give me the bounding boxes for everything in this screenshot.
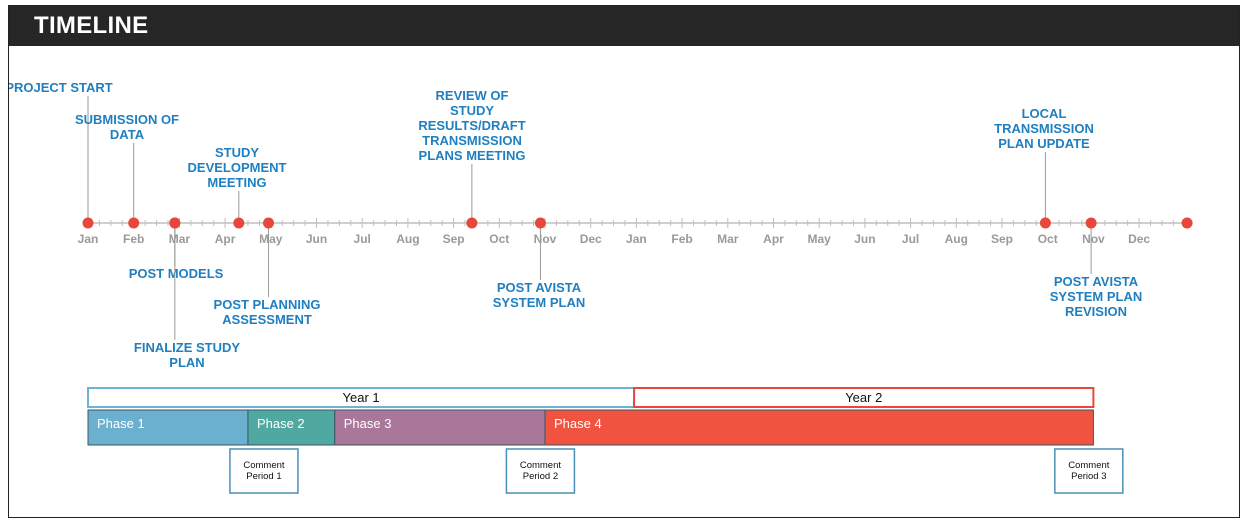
year-label-1: Year 1 <box>343 390 380 405</box>
timeline-frame: TIMELINE Jan Feb Mar Apr May Jun Jul Aug Sep Oct N… <box>8 5 1240 518</box>
event-label-line: ASSESSMENT <box>222 312 312 327</box>
phase-bar-4 <box>544 409 1094 446</box>
phase-label-1: Phase 1 <box>97 416 145 431</box>
month-label-5: May <box>259 232 283 246</box>
month-label-18: Jun <box>854 232 875 246</box>
event-marker <box>128 217 140 229</box>
month-label-21: Sep <box>991 232 1013 246</box>
event-label-line: POST AVISTA <box>497 280 582 295</box>
event-label-line: DATA <box>110 127 145 142</box>
comment-label-line: Comment <box>243 460 285 471</box>
event-label-line: PLAN UPDATE <box>998 136 1090 151</box>
event-marker <box>1085 217 1097 229</box>
event-label-line: REVIEW OF <box>436 88 509 103</box>
event-label-line: MEETING <box>207 175 266 190</box>
month-label-13: Jan <box>626 232 647 246</box>
event-label-line: REVISION <box>1065 304 1127 319</box>
event-label-line: RESULTS/DRAFT <box>418 118 525 133</box>
event-marker <box>534 217 546 229</box>
timeline-diagram: Jan Feb Mar Apr May Jun Jul Aug Sep Oct Nov Dec Jan F… <box>9 80 1193 494</box>
month-label-4: Apr <box>215 232 236 246</box>
event-label-line: SUBMISSION OF <box>75 112 179 127</box>
event-label-line: STUDY <box>450 103 494 118</box>
month-label-10: Oct <box>489 232 509 246</box>
event-marker <box>82 217 94 229</box>
event-marker <box>263 217 275 229</box>
month-label-17: May <box>808 232 832 246</box>
event-label-line: DEVELOPMENT <box>188 160 287 175</box>
phase-label-3: Phase 3 <box>344 416 392 431</box>
event-label-line: POST AVISTA <box>1054 274 1139 289</box>
event-label-line: POST PLANNING <box>214 297 321 312</box>
month-label-1: Jan <box>78 232 99 246</box>
month-label-24: Dec <box>1128 232 1150 246</box>
comment-label-line: Comment <box>520 460 562 471</box>
month-label-7: Jul <box>354 232 371 246</box>
event-label-line: SYSTEM PLAN <box>493 295 585 310</box>
month-label-14: Feb <box>671 232 692 246</box>
event-marker <box>1039 217 1051 229</box>
month-label-19: Jul <box>902 232 919 246</box>
event-marker <box>233 217 245 229</box>
month-label-23: Nov <box>1082 232 1105 246</box>
event-label-line: STUDY <box>215 145 259 160</box>
month-label-22: Oct <box>1038 232 1058 246</box>
event-marker <box>1181 217 1193 229</box>
phase-label-4: Phase 4 <box>554 416 602 431</box>
event-label-line: TRANSMISSION <box>994 121 1094 136</box>
month-label-15: Mar <box>717 232 739 246</box>
month-label-9: Sep <box>443 232 465 246</box>
month-label-11: Nov <box>534 232 557 246</box>
event-label-line: SYSTEM PLAN <box>1050 289 1142 304</box>
comment-label-line: Comment <box>1068 460 1110 471</box>
event-label-line: FINALIZE STUDY <box>134 340 240 355</box>
comment-label-line: Period 1 <box>246 471 281 482</box>
month-label-12: Dec <box>580 232 602 246</box>
year-label-2: Year 2 <box>845 390 882 405</box>
event-label-line: LOCAL <box>1022 106 1067 121</box>
month-label-2: Feb <box>123 232 144 246</box>
comment-label-line: Period 3 <box>1071 471 1106 482</box>
event-label-line: TRANSMISSION <box>422 133 522 148</box>
phase-label-2: Phase 2 <box>257 416 305 431</box>
event-label-line: PLANS MEETING <box>419 148 526 163</box>
month-label-8: Aug <box>396 232 419 246</box>
event-marker <box>466 217 478 229</box>
month-label-6: Jun <box>306 232 327 246</box>
event-marker <box>169 217 181 229</box>
month-label-16: Apr <box>763 232 784 246</box>
month-label-20: Aug <box>945 232 968 246</box>
event-label-line: PLAN <box>169 355 204 370</box>
month-label-3: Mar <box>169 232 191 246</box>
event-label-line: POST MODELS <box>129 266 224 281</box>
event-label-line: PROJECT START <box>9 80 113 95</box>
comment-label-line: Period 2 <box>523 471 558 482</box>
